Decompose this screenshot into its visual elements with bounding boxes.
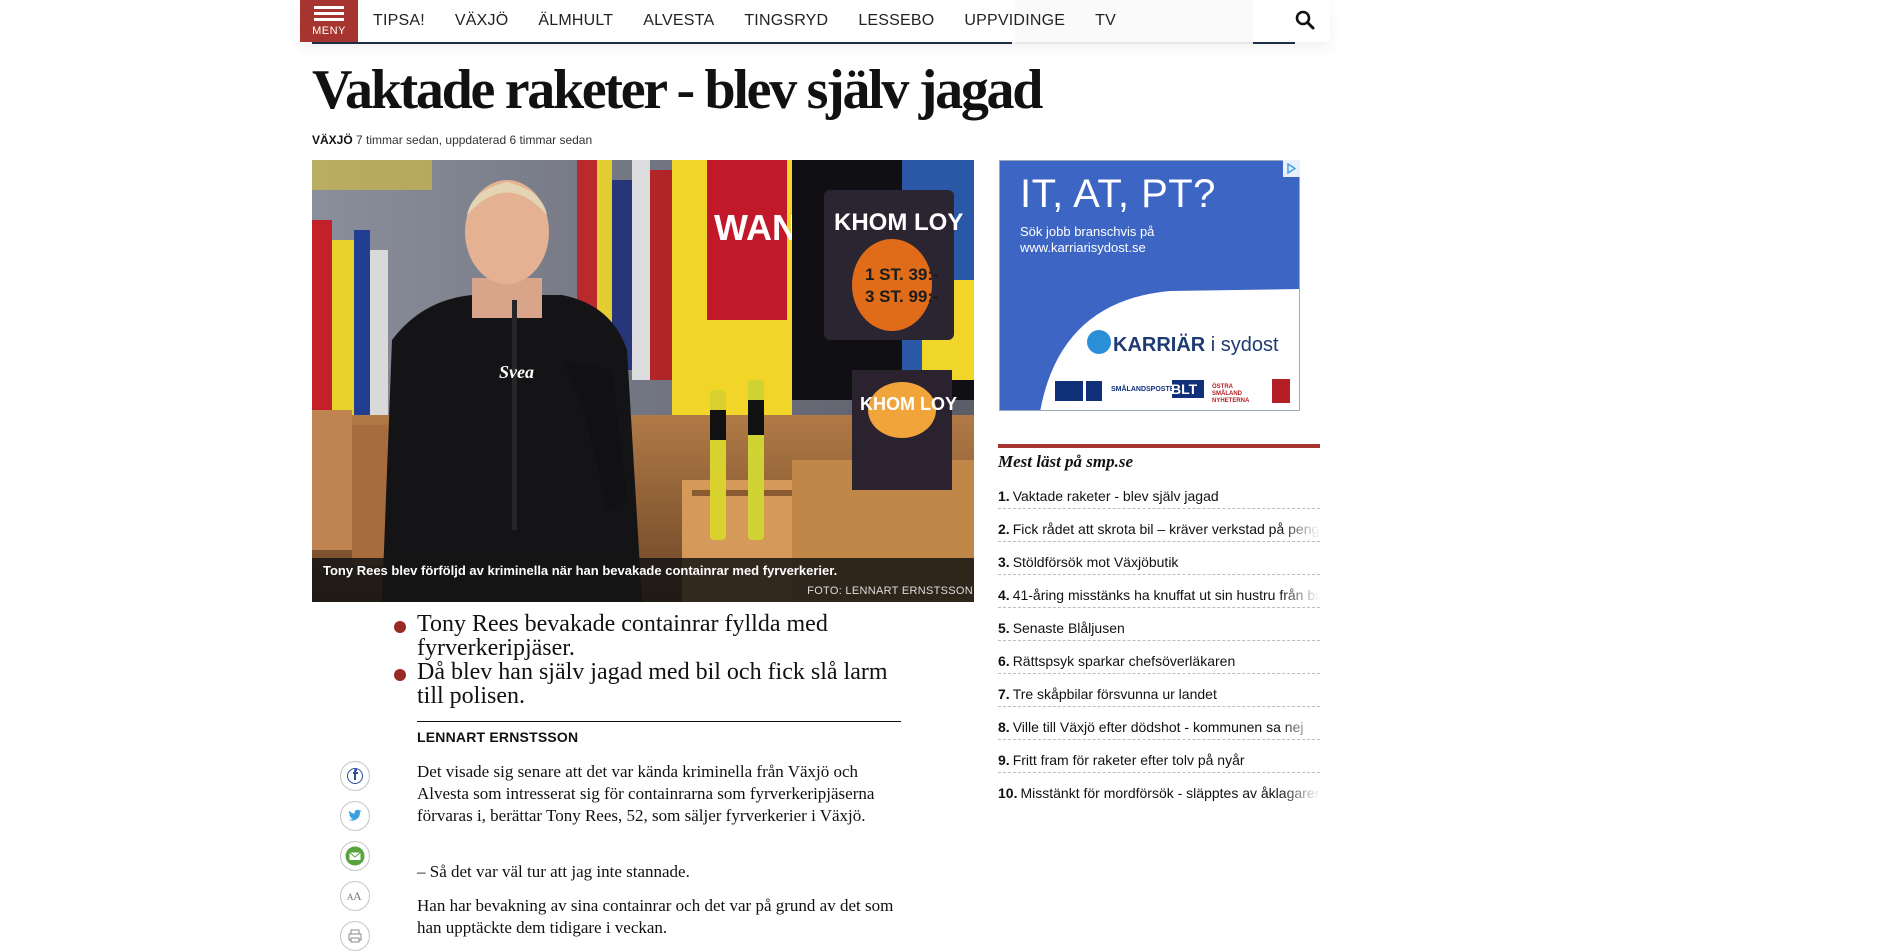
photo-box-text: KHOM LOY bbox=[860, 394, 957, 414]
text-size-icon: A A bbox=[347, 889, 362, 903]
ad-partner-smp: SMÅLANDSPOSTEN bbox=[1111, 386, 1180, 393]
ad-partner-blt: BLT bbox=[1171, 381, 1198, 397]
nav-link-lessebo[interactable]: LESSEBO bbox=[858, 12, 934, 30]
most-read-item[interactable]: 7. Tre skåpbilar försvunna ur landet bbox=[998, 674, 1320, 707]
main-nav: TIPSA! VÄXJÖ ÄLMHULT ALVESTA TINGSRYD LE… bbox=[373, 0, 1146, 42]
ad-subtitle: Sök jobb branschvis på www.karriarisydos… bbox=[1020, 224, 1155, 255]
adchoices-icon bbox=[1283, 160, 1300, 177]
search-button[interactable] bbox=[1293, 8, 1317, 32]
nav-link-almhult[interactable]: ÄLMHULT bbox=[538, 12, 613, 30]
photo-shirt-logo: Svea bbox=[499, 362, 534, 382]
most-read-item[interactable]: 2. Fick rådet att skrota bil – kräver ver… bbox=[998, 509, 1320, 542]
article-headline: Vaktade raketer - blev själv jagad bbox=[312, 59, 1043, 121]
print-button[interactable] bbox=[340, 921, 370, 951]
text-size-button[interactable]: A A bbox=[340, 881, 370, 911]
byline-author[interactable]: LENNART ERNSTSSON bbox=[417, 729, 578, 745]
most-read-title: Mest läst på smp.se bbox=[998, 452, 1134, 471]
nav-underline-accent bbox=[1253, 42, 1295, 44]
article-image[interactable]: WANT IT KHOM LOY 1 ST. 39:- 3 ST. 99:- K… bbox=[312, 160, 974, 602]
facebook-icon bbox=[347, 768, 363, 784]
nav-link-tipsa[interactable]: TIPSA! bbox=[373, 12, 425, 30]
share-facebook-button[interactable] bbox=[340, 761, 370, 791]
bullet-dot bbox=[394, 669, 406, 681]
bullet-dot bbox=[394, 621, 406, 633]
menu-label: MENY bbox=[312, 25, 346, 37]
most-read-accent-bar bbox=[998, 444, 1320, 448]
share-twitter-button[interactable] bbox=[340, 801, 370, 831]
search-icon bbox=[1295, 10, 1315, 30]
nav-link-tingsryd[interactable]: TINGSRYD bbox=[744, 12, 828, 30]
image-caption: Tony Rees blev förföljd av kriminella nä… bbox=[323, 563, 838, 578]
most-read-item[interactable]: 8. Ville till Växjö efter dödshot - kommu… bbox=[998, 707, 1320, 740]
nav-link-alvesta[interactable]: ALVESTA bbox=[643, 12, 714, 30]
image-credit: FOTO: LENNART ERNSTSSON bbox=[807, 585, 973, 597]
svg-text:A: A bbox=[353, 889, 362, 903]
ad-title: IT, AT, PT? bbox=[1020, 172, 1216, 216]
menu-icon bbox=[314, 6, 344, 9]
photo-price-1: 1 ST. 39:- bbox=[865, 265, 939, 284]
nav-link-tv[interactable]: TV bbox=[1095, 12, 1116, 30]
photo-banner-text: KHOM LOY bbox=[834, 209, 963, 236]
lead-bullet: Tony Rees bevakade containrar fyllda med… bbox=[392, 612, 902, 660]
ad-brand: KARRIÄR i sydost bbox=[1113, 334, 1279, 356]
most-read-item[interactable]: 3. Stöldförsök mot Växjöbutik bbox=[998, 542, 1320, 575]
nav-link-vaxjo[interactable]: VÄXJÖ bbox=[455, 12, 508, 30]
nav-underline bbox=[312, 42, 1012, 44]
nav-link-uppvidinge[interactable]: UPPVIDINGE bbox=[964, 12, 1065, 30]
article-lead-bullets: Tony Rees bevakade containrar fyllda med… bbox=[392, 612, 902, 708]
article-paragraph: Det visade sig senare att det var kända … bbox=[417, 762, 875, 825]
nav-underline-right bbox=[1015, 42, 1253, 44]
most-read-item[interactable]: 1. Vaktade raketer - blev själv jagad bbox=[998, 476, 1320, 509]
article-meta: VÄXJÖ 7 timmar sedan, uppdaterad 6 timma… bbox=[312, 133, 592, 147]
twitter-icon bbox=[348, 809, 362, 821]
photo-price-2: 3 ST. 99:- bbox=[865, 287, 939, 306]
byline-divider bbox=[417, 721, 901, 722]
article-paragraph: – Så det var väl tur att jag inte stanna… bbox=[417, 862, 690, 881]
most-read-item[interactable]: 9. Fritt fram för raketer efter tolv på n… bbox=[998, 740, 1320, 773]
email-icon bbox=[345, 846, 365, 866]
article-place[interactable]: VÄXJÖ bbox=[312, 133, 353, 147]
ad-choices-button[interactable] bbox=[1283, 160, 1300, 177]
article-timestamp: 7 timmar sedan, uppdaterad 6 timmar seda… bbox=[356, 133, 593, 147]
most-read-item[interactable]: 5. Senaste Blåljusen bbox=[998, 608, 1320, 641]
menu-button[interactable]: MENY bbox=[300, 0, 358, 42]
most-read-item[interactable]: 10. Misstänkt för mordförsök - släpptes a… bbox=[998, 773, 1320, 806]
lead-bullet: Då blev han själv jagad med bil och fick… bbox=[392, 660, 902, 708]
ad-partner-osn: ÖSTRA SMÅLAND NYHETERNA bbox=[1212, 384, 1250, 404]
print-icon bbox=[348, 929, 362, 943]
most-read-item[interactable]: 4. 41-åring misstänks ha knuffat ut sin h… bbox=[998, 575, 1320, 608]
most-read-list: 1. Vaktade raketer - blev själv jagad 2. F… bbox=[998, 476, 1320, 806]
article-paragraph: Han har bevakning av sina containrar och… bbox=[417, 896, 894, 937]
article-photo: WANT IT KHOM LOY 1 ST. 39:- 3 ST. 99:- K… bbox=[312, 160, 974, 602]
most-read-item[interactable]: 6. Rättspsyk sparkar chefsöverläkaren bbox=[998, 641, 1320, 674]
share-email-button[interactable] bbox=[340, 841, 370, 871]
